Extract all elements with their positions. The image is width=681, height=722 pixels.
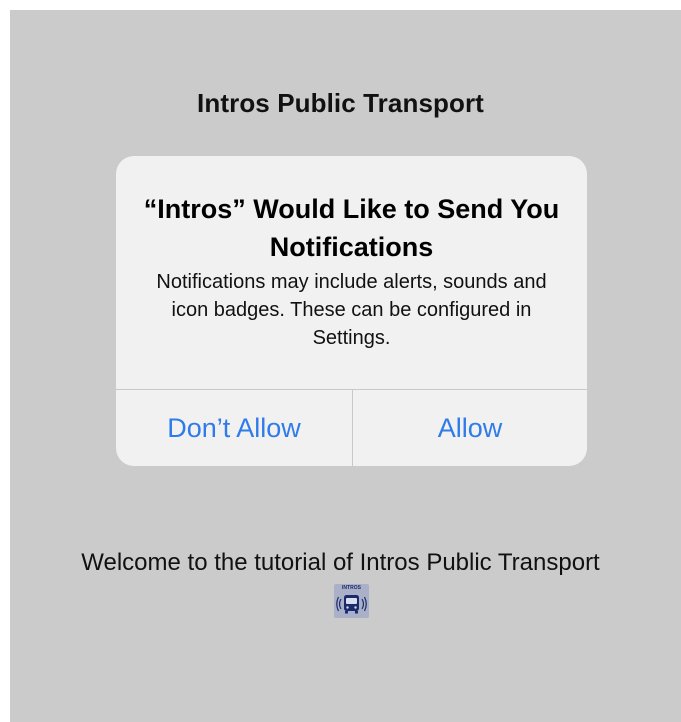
welcome-text: Welcome to the tutorial of Intros Public… (81, 549, 600, 576)
intros-logo: INTROS (334, 584, 369, 618)
bus-icon (336, 595, 367, 614)
dialog-message: Notifications may include alerts, sounds… (156, 271, 547, 349)
dialog-title: “Intros” Would Like to Send You Notifica… (143, 194, 560, 262)
app-title: Intros Public Transport (197, 88, 484, 118)
notification-permission-dialog: “Intros” Would Like to Send You Notifica… (116, 156, 587, 466)
dont-allow-button[interactable]: Don’t Allow (116, 390, 352, 466)
allow-button[interactable]: Allow (353, 390, 587, 466)
